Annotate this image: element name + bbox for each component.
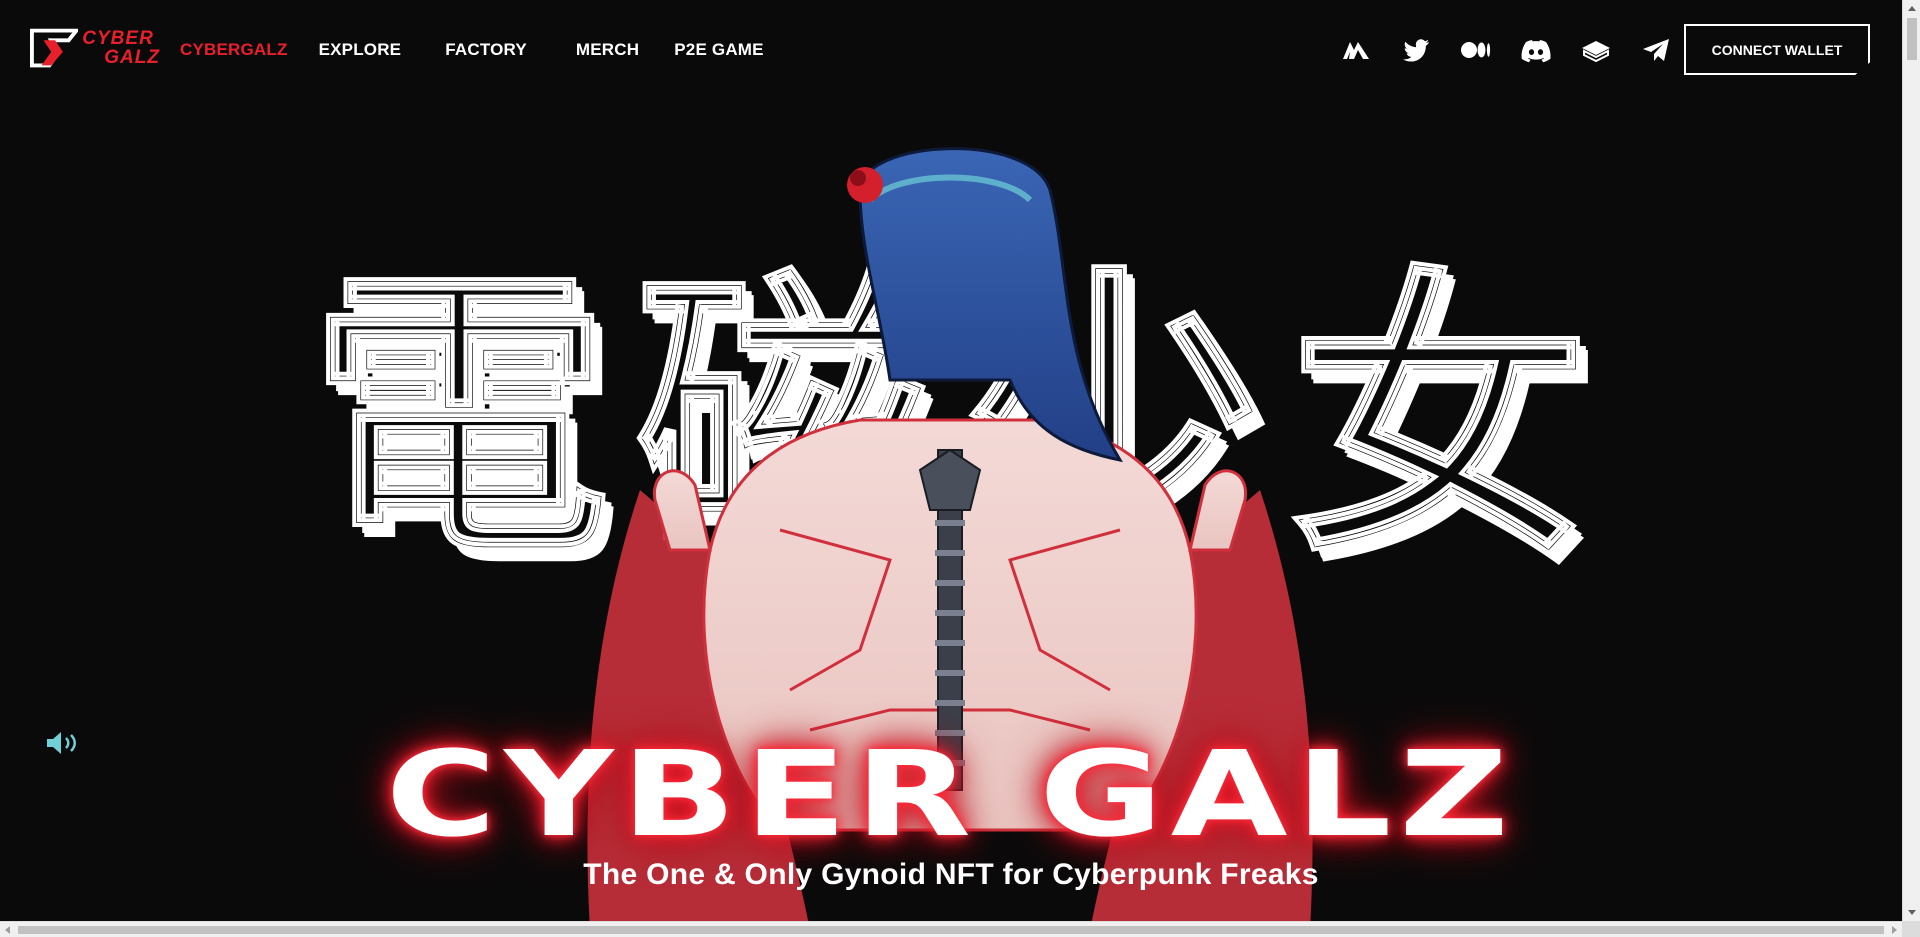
scroll-down-arrow-icon[interactable] xyxy=(1908,910,1916,915)
speaker-icon[interactable] xyxy=(44,728,84,758)
social-links xyxy=(1316,30,1676,70)
page: CYBER GALZ CYBERGALZ EXPLORE FACTORY MER… xyxy=(0,0,1902,921)
nav-item-explore[interactable]: EXPLORE xyxy=(319,40,402,60)
nav-item-p2e-game[interactable]: P2E GAME xyxy=(674,40,763,60)
horizontal-scrollbar[interactable] xyxy=(0,921,1902,937)
opensea-mountains-icon[interactable] xyxy=(1336,30,1376,70)
cybergalz-logo-icon xyxy=(30,28,79,68)
nav-item-cybergalz[interactable]: CYBERGALZ xyxy=(180,40,288,60)
connect-wallet-button[interactable]: CONNECT WALLET xyxy=(1684,24,1870,75)
book-icon[interactable] xyxy=(1576,30,1616,70)
hero-subtitle: The One & Only Gynoid NFT for Cyberpunk … xyxy=(583,858,1319,891)
vertical-scrollbar[interactable] xyxy=(1902,0,1920,921)
logo[interactable]: CYBER GALZ xyxy=(30,24,160,72)
scrollbar-thumb[interactable] xyxy=(18,926,1884,934)
nav-item-factory[interactable]: FACTORY xyxy=(445,40,527,60)
scroll-right-arrow-icon[interactable] xyxy=(1892,926,1897,934)
discord-icon[interactable] xyxy=(1516,30,1556,70)
logo-text: CYBER GALZ xyxy=(82,29,160,67)
scroll-up-arrow-icon[interactable] xyxy=(1908,6,1916,11)
hero-section: 電 磁 少 女 CYBER GALZ The One & Only Gynoid… xyxy=(0,100,1902,921)
hero-title: CYBER GALZ xyxy=(385,725,1517,863)
telegram-icon[interactable] xyxy=(1636,30,1676,70)
scroll-left-arrow-icon[interactable] xyxy=(5,926,10,934)
scrollbar-thumb[interactable] xyxy=(1907,18,1917,60)
logo-line-2: GALZ xyxy=(104,47,160,68)
twitter-icon[interactable] xyxy=(1396,30,1436,70)
scrollbar-corner xyxy=(1902,921,1920,937)
top-navigation: CYBER GALZ CYBERGALZ EXPLORE FACTORY MER… xyxy=(0,0,1902,100)
medium-icon[interactable] xyxy=(1456,30,1496,70)
nav-item-merch[interactable]: MERCH xyxy=(576,40,639,60)
logo-line-1: CYBER xyxy=(82,28,154,49)
nav-links: CYBERGALZ EXPLORE FACTORY MERCH P2E GAME xyxy=(180,0,795,100)
